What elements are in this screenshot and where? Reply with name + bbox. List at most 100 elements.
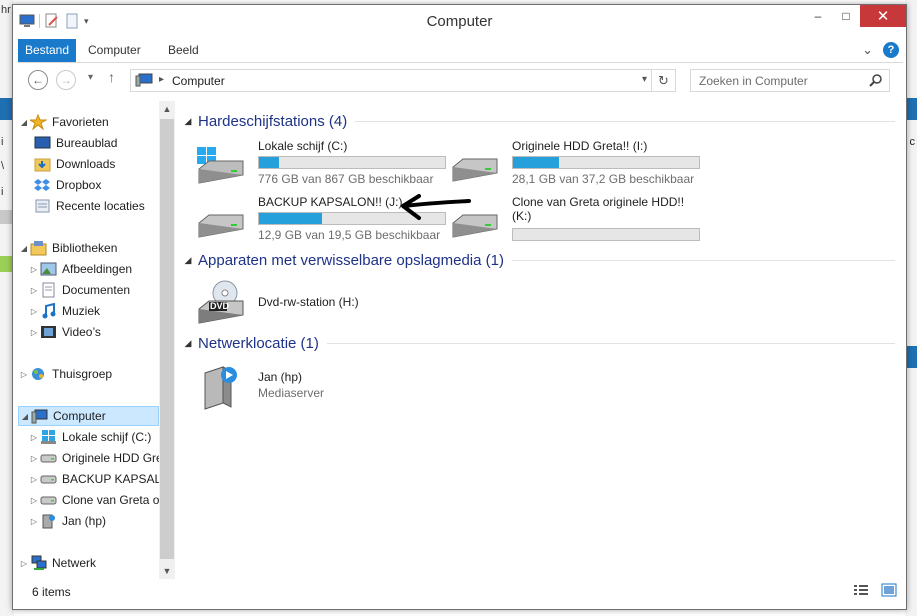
drive-tile-k[interactable]: Clone van Greta originele HDD!! (K:) xyxy=(449,195,700,245)
expanded-arrow-icon[interactable]: ◢ xyxy=(18,244,30,253)
hard-drive-icon xyxy=(40,492,57,508)
navigation-tree: ◢ Favorieten Bureaublad Downloads Dropbo… xyxy=(18,101,159,579)
scroll-up-icon[interactable]: ▲ xyxy=(159,101,175,117)
minimize-button[interactable]: – xyxy=(804,5,832,27)
documents-icon xyxy=(40,282,57,298)
group-collapse-icon[interactable]: ◢ xyxy=(181,338,195,349)
collapsed-arrow-icon[interactable]: ▷ xyxy=(28,454,40,463)
star-icon xyxy=(28,113,48,131)
ribbon-expand-icon[interactable]: ⌄ xyxy=(862,42,873,58)
help-button[interactable]: ? xyxy=(883,42,899,58)
drive-name: Originele HDD Greta!! (I:) xyxy=(512,139,648,153)
background-text: c xyxy=(909,136,916,148)
collapsed-arrow-icon[interactable]: ▷ xyxy=(28,433,40,442)
breadcrumb-separator-icon[interactable]: ▸ xyxy=(159,74,164,85)
group-verwisselbare-opslag[interactable]: ◢ Apparaten met verwisselbare opslagmedi… xyxy=(181,249,899,271)
collapsed-arrow-icon[interactable]: ▷ xyxy=(28,328,40,337)
tab-beeld[interactable]: Beeld xyxy=(160,39,207,62)
address-dropdown-icon[interactable]: ▾ xyxy=(642,74,647,85)
group-netwerklocatie[interactable]: ◢ Netwerklocatie (1) xyxy=(181,332,899,354)
tab-computer[interactable]: Computer xyxy=(80,39,149,62)
collapsed-arrow-icon[interactable]: ▷ xyxy=(28,286,40,295)
nav-label: Video’s xyxy=(62,325,101,339)
nav-originele-hdd-i[interactable]: ▷ Originele HDD Greta!! (I:) xyxy=(18,448,159,468)
nav-label: Favorieten xyxy=(52,115,109,129)
nav-pane-scrollbar[interactable]: ▲ ▼ xyxy=(159,101,175,579)
back-button[interactable]: ← xyxy=(28,70,48,90)
group-title: Netwerklocatie (1) xyxy=(198,334,319,352)
collapsed-arrow-icon[interactable]: ▷ xyxy=(28,265,40,274)
maximize-button[interactable]: □ xyxy=(832,5,860,27)
drive-tile-i[interactable]: Originele HDD Greta!! (I:) 28,1 GB van 3… xyxy=(449,139,700,189)
nav-recente-locaties[interactable]: Recente locaties xyxy=(18,196,159,216)
nav-afbeeldingen[interactable]: ▷ Afbeeldingen xyxy=(18,259,159,279)
title-bar: ▾ Computer – □ ✕ xyxy=(13,5,906,37)
network-location-tile[interactable]: Jan (hp) Mediaserver xyxy=(195,361,445,411)
collapsed-arrow-icon[interactable]: ▷ xyxy=(28,496,40,505)
tab-bestand[interactable]: Bestand xyxy=(18,39,76,62)
expanded-arrow-icon[interactable]: ◢ xyxy=(18,118,30,127)
up-arrow-icon[interactable]: ↑ xyxy=(108,69,115,85)
refresh-button[interactable]: ↻ xyxy=(651,70,675,91)
group-collapse-icon[interactable]: ◢ xyxy=(181,116,195,127)
network-type: Mediaserver xyxy=(258,386,325,400)
drive-usage-bar xyxy=(258,156,446,169)
collapsed-arrow-icon[interactable]: ▷ xyxy=(18,370,30,379)
nav-bureaublad[interactable]: Bureaublad xyxy=(18,133,159,153)
large-icons-view-icon[interactable] xyxy=(881,583,897,600)
drive-usage-fill xyxy=(259,213,322,224)
forward-button[interactable]: → xyxy=(56,70,76,90)
background-text: i xyxy=(1,186,4,198)
nav-favorieten[interactable]: ◢ Favorieten xyxy=(18,112,159,132)
desktop-icon xyxy=(34,135,51,151)
nav-computer[interactable]: ◢ Computer xyxy=(18,406,159,426)
group-hardeschijfstations[interactable]: ◢ Hardeschijfstations (4) xyxy=(181,110,899,132)
nav-label: Clone van Greta originele HDD!! (K:) xyxy=(62,493,159,507)
nav-downloads[interactable]: Downloads xyxy=(18,154,159,174)
expanded-arrow-icon[interactable]: ◢ xyxy=(19,412,31,421)
nav-label: Bibliotheken xyxy=(52,241,118,255)
nav-lokale-schijf-c[interactable]: ▷ Lokale schijf (C:) xyxy=(18,427,159,447)
windows-drive-icon xyxy=(195,143,245,187)
scroll-down-icon[interactable]: ▼ xyxy=(159,563,175,579)
hard-drive-icon xyxy=(40,450,57,466)
item-count: 6 items xyxy=(32,585,71,599)
nav-jan-hp[interactable]: ▷ Jan (hp) xyxy=(18,511,159,531)
drive-name: Lokale schijf (C:) xyxy=(258,139,348,153)
explorer-window: ▾ Computer – □ ✕ Bestand Computer Beeld … xyxy=(12,4,907,610)
collapsed-arrow-icon[interactable]: ▷ xyxy=(18,559,30,568)
status-bar: 6 items xyxy=(18,579,903,605)
collapsed-arrow-icon[interactable]: ▷ xyxy=(28,517,40,526)
nav-thuisgroep[interactable]: ▷ Thuisgroep xyxy=(18,364,159,384)
back-arrow-icon: ← xyxy=(32,73,44,87)
drive-free-space: 28,1 GB van 37,2 GB beschikbaar xyxy=(512,172,695,186)
close-button[interactable]: ✕ xyxy=(860,5,906,27)
nav-label: Computer xyxy=(53,409,106,423)
nav-muziek[interactable]: ▷ Muziek xyxy=(18,301,159,321)
nav-bibliotheken[interactable]: ◢ Bibliotheken xyxy=(18,238,159,258)
nav-label: Dropbox xyxy=(56,178,102,192)
group-title: Apparaten met verwisselbare opslagmedia … xyxy=(198,251,504,269)
hard-drive-icon xyxy=(449,143,499,187)
nav-documenten[interactable]: ▷ Documenten xyxy=(18,280,159,300)
group-collapse-icon[interactable]: ◢ xyxy=(181,255,195,266)
nav-netwerk[interactable]: ▷ Netwerk xyxy=(18,553,159,573)
nav-videos[interactable]: ▷ Video’s xyxy=(18,322,159,342)
dvd-badge: DVD xyxy=(210,301,230,311)
search-icon[interactable] xyxy=(869,73,883,90)
collapsed-arrow-icon[interactable]: ▷ xyxy=(28,475,40,484)
videos-icon xyxy=(40,324,57,340)
collapsed-arrow-icon[interactable]: ▷ xyxy=(28,307,40,316)
scrollbar-thumb[interactable] xyxy=(160,119,174,559)
address-bar[interactable]: ▸ Computer ▾ ↻ xyxy=(130,69,676,92)
breadcrumb-computer[interactable]: Computer xyxy=(172,74,225,88)
nav-backup-kapsalon-j[interactable]: ▷ BACKUP KAPSALON!! (J:) xyxy=(18,469,159,489)
recent-locations-icon[interactable]: ▾ xyxy=(88,72,93,83)
dvd-drive-tile[interactable]: DVD Dvd-rw-station (H:) xyxy=(195,275,445,325)
details-view-icon[interactable] xyxy=(853,583,869,600)
drive-usage-bar xyxy=(512,228,700,241)
nav-dropbox[interactable]: Dropbox xyxy=(18,175,159,195)
drive-tile-c[interactable]: Lokale schijf (C:) 776 GB van 867 GB bes… xyxy=(195,139,446,189)
search-box[interactable]: Zoeken in Computer xyxy=(690,69,890,92)
nav-clone-greta-k[interactable]: ▷ Clone van Greta originele HDD!! (K:) xyxy=(18,490,159,510)
